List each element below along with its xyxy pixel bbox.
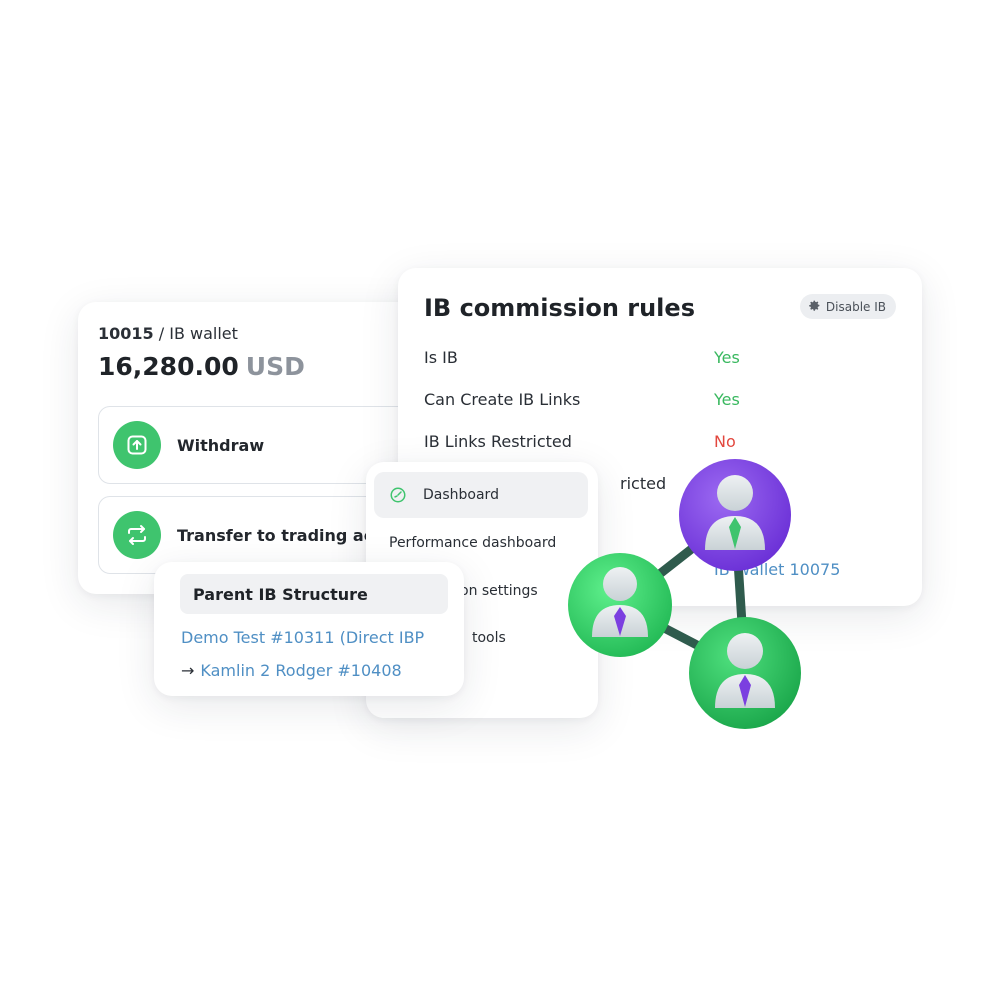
- menu-item-label: Dashboard: [423, 487, 499, 503]
- disable-ib-button[interactable]: Disable IB: [799, 294, 896, 319]
- child-ib-link[interactable]: → Kamlin 2 Rodger #10408: [181, 661, 402, 680]
- menu-item-label: Performance dashboard: [389, 535, 557, 551]
- child-ib-name: Kamlin 2 Rodger #10408: [200, 661, 402, 680]
- rule-row-is-ib: Is IB Yes: [424, 348, 904, 372]
- rule-label: Can Create IB Links: [424, 390, 581, 409]
- transfer-label: Transfer to trading acc: [177, 525, 383, 545]
- rule-value: Yes: [714, 390, 740, 409]
- rule-value: Yes: [714, 348, 740, 367]
- parent-ib-structure-card: Parent IB Structure Demo Test #10311 (Di…: [154, 562, 464, 696]
- disable-ib-label: Disable IB: [825, 299, 886, 314]
- wallet-balance-amount: 16,280.00: [98, 352, 239, 381]
- rule-label: Is IB: [424, 348, 458, 367]
- menu-item-dashboard[interactable]: Dashboard: [374, 472, 588, 518]
- wallet-separator: /: [153, 324, 170, 343]
- rule-row-links-restricted: IB Links Restricted No: [424, 432, 904, 456]
- arrow-right-icon: →: [181, 661, 195, 680]
- withdraw-label: Withdraw: [177, 435, 265, 455]
- menu-item-label: tools: [472, 630, 506, 646]
- dashboard-icon: [390, 487, 406, 503]
- upload-icon: [113, 421, 161, 469]
- menu-item-label: on settings: [460, 583, 538, 599]
- wallet-name: IB wallet: [169, 324, 238, 343]
- menu-item-performance-dashboard[interactable]: Performance dashboard: [374, 520, 588, 566]
- rule-label: IB Links Restricted: [424, 432, 572, 451]
- parent-ib-title: Parent IB Structure: [180, 574, 448, 614]
- wallet-header: 10015 / IB wallet: [98, 324, 238, 343]
- gear-icon: [808, 299, 821, 315]
- rules-title: IB commission rules: [424, 294, 695, 322]
- transfer-icon: [113, 511, 161, 559]
- parent-ib-link[interactable]: Demo Test #10311 (Direct IBP: [181, 628, 424, 647]
- rule-value: No: [714, 432, 736, 451]
- wallet-account-number: 10015: [98, 324, 154, 343]
- ib-node-green-bottom: [689, 617, 801, 729]
- rule-row-can-create-links: Can Create IB Links Yes: [424, 390, 904, 414]
- wallet-currency: USD: [245, 352, 305, 381]
- wallet-balance: 16,280.00 USD: [98, 352, 305, 381]
- ib-node-purple: [679, 459, 791, 571]
- ib-network-icon: [568, 459, 801, 729]
- ib-node-green-left: [568, 553, 672, 657]
